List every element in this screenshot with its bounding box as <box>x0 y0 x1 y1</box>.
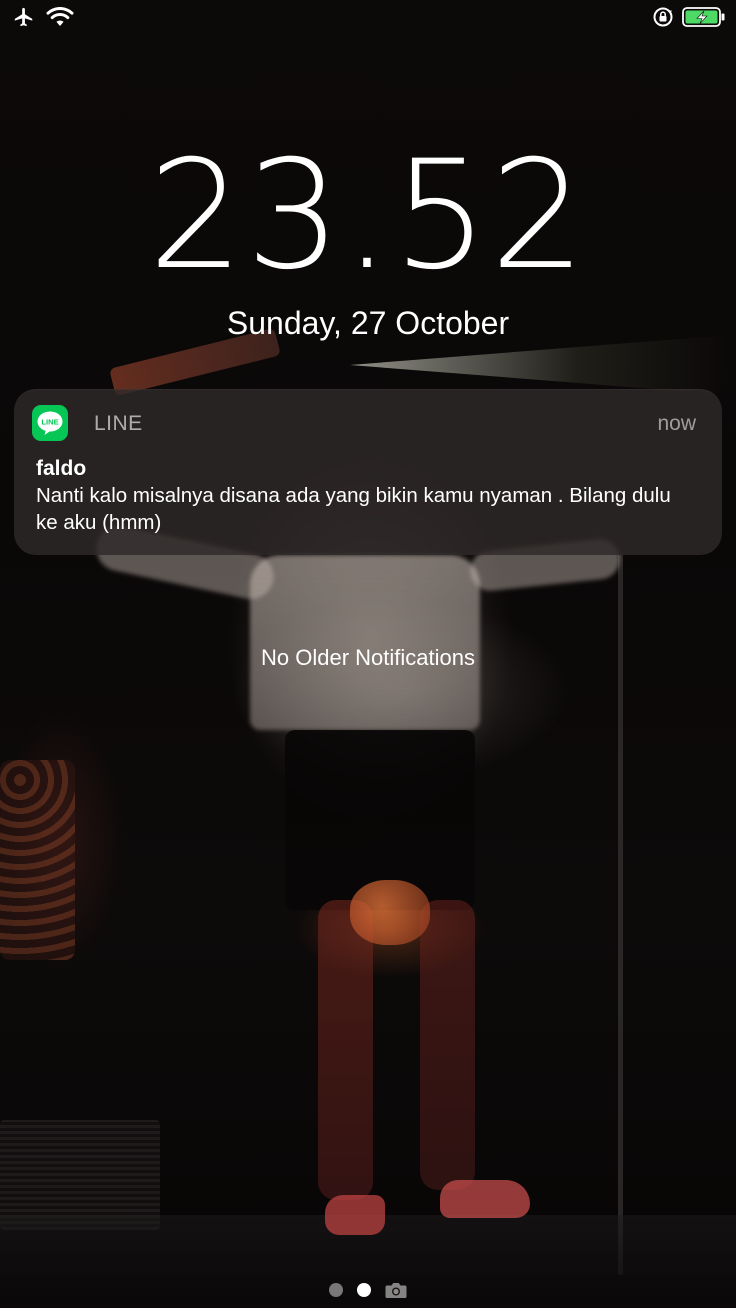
wallpaper-leg-left <box>318 900 373 1200</box>
camera-icon[interactable] <box>385 1281 407 1299</box>
status-bar-right <box>652 6 726 28</box>
orientation-lock-icon <box>652 6 674 28</box>
battery-charging-icon <box>682 6 726 28</box>
lock-screen-time: 23.52 <box>148 129 588 303</box>
wallpaper-shoe-right <box>440 1180 530 1218</box>
notification-sender: faldo <box>36 457 87 480</box>
no-older-notifications-label: No Older Notifications <box>261 645 475 670</box>
page-dot-1[interactable] <box>329 1283 343 1297</box>
notification-app-name: LINE <box>94 412 143 435</box>
wallpaper-shirt <box>250 555 480 730</box>
lock-screen-date: Sunday, 27 October <box>226 305 510 341</box>
wallpaper-guitar-body <box>350 880 430 945</box>
airplane-icon <box>12 6 36 28</box>
notification-header: LINE LINE now <box>32 405 696 443</box>
wallpaper-leg-right <box>420 900 475 1190</box>
line-app-icon: LINE <box>32 405 68 441</box>
wallpaper-leopard-fabric <box>0 760 75 960</box>
status-bar-left <box>12 6 74 28</box>
line-notification[interactable]: LINE LINE now faldo Nanti kalo misalnya … <box>14 389 722 555</box>
notification-message: Nanti kalo misalnya disana ada yang biki… <box>36 484 671 534</box>
lock-screen: 23.52 Sunday, 27 October LINE LINE now f… <box>0 0 736 1308</box>
wallpaper-amplifier <box>0 1120 160 1230</box>
wifi-icon <box>46 7 74 27</box>
status-bar <box>0 0 736 36</box>
notification-time: now <box>657 412 696 435</box>
page-indicator <box>0 1280 736 1300</box>
wallpaper-pants <box>285 730 475 910</box>
line-app-icon-text: LINE <box>41 418 58 427</box>
wallpaper-stage-light <box>350 335 730 395</box>
page-dot-2-active[interactable] <box>357 1283 371 1297</box>
wallpaper-shoe-left <box>325 1195 385 1235</box>
